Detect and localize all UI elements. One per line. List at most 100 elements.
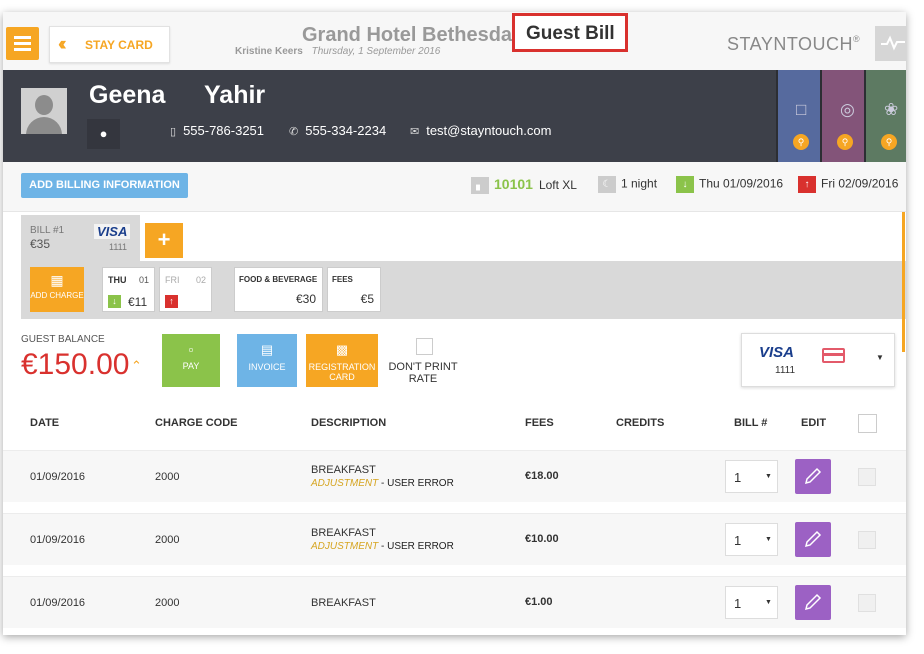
- row-bill-select[interactable]: 1 ▼: [725, 586, 778, 619]
- category-value: €5: [360, 292, 374, 306]
- row-description: BREAKFAST ADJUSTMENT - USER ERROR: [311, 527, 454, 552]
- bill-tab-amount: €35: [30, 237, 51, 251]
- stay-card-button[interactable]: ‹‹ STAY CARD: [49, 26, 170, 63]
- add-charge-label: ADD CHARGE: [30, 291, 84, 300]
- page-title: Guest Bill: [512, 13, 628, 52]
- col-fees: FEES: [525, 417, 554, 429]
- add-bill-button[interactable]: +: [145, 223, 183, 258]
- category-fees[interactable]: FEES €5: [327, 267, 381, 312]
- registration-card-button[interactable]: ▩ REGISTRATION CARD: [306, 334, 378, 387]
- edit-charge-button[interactable]: [795, 522, 831, 557]
- row-fee: €10.00: [525, 533, 559, 545]
- globe-icon: ◎: [840, 100, 855, 119]
- row-description-text: BREAKFAST: [311, 464, 376, 476]
- invoice-button[interactable]: ▤ INVOICE: [237, 334, 297, 387]
- room-info: ▖ 10101 Loft XL: [471, 176, 577, 195]
- email-icon: ✉: [410, 126, 420, 138]
- row-checkbox[interactable]: [858, 531, 876, 549]
- pencil-icon: [804, 467, 822, 485]
- day-card-thu[interactable]: THU 01 ↓ €11: [102, 267, 155, 312]
- bill-tab-card-number: 1111: [109, 242, 128, 252]
- moon-icon: ☾: [598, 176, 616, 193]
- bed-icon: ▖: [471, 177, 489, 195]
- nights-info: ☾ 1 night: [598, 176, 657, 193]
- scrollbar[interactable]: [902, 212, 905, 352]
- credit-card-icon: [822, 348, 845, 363]
- group-tab[interactable]: ❀ ⚲: [864, 70, 906, 162]
- row-date: 01/09/2016: [30, 471, 86, 483]
- double-chevron-left-icon: ‹‹: [58, 34, 66, 55]
- arrival-info: ↓ Thu 01/09/2016: [676, 176, 783, 193]
- category-food-beverage[interactable]: FOOD & BEVERAGE €30: [234, 267, 323, 312]
- col-charge-code: CHARGE CODE: [155, 417, 238, 429]
- guest-balance-amount: €150.00: [21, 348, 130, 381]
- row-adjustment: ADJUSTMENT: [311, 478, 379, 489]
- col-edit: EDIT: [801, 417, 827, 429]
- row-description: BREAKFAST ADJUSTMENT - USER ERROR: [311, 464, 454, 489]
- select-all-checkbox[interactable]: [858, 414, 877, 433]
- globe-tab[interactable]: ◎ ⚲: [820, 70, 866, 162]
- row-charge-code: 2000: [155, 471, 180, 483]
- hotel-icon: □: [796, 100, 807, 119]
- guest-alt-phone-text: 555-334-2234: [305, 123, 387, 138]
- logo-mark: ®: [853, 34, 861, 44]
- col-bill-no: BILL #: [734, 417, 768, 429]
- bill-tab-1[interactable]: BILL #1 €35 VISA 1111: [21, 215, 140, 261]
- day-amount: €11: [128, 295, 148, 309]
- add-billing-info-button[interactable]: ADD BILLING INFORMATION: [21, 173, 188, 198]
- search-icon: ⚲: [837, 134, 853, 150]
- day-number: 01: [138, 275, 149, 285]
- logo-text: STAYNTOUCH: [727, 34, 854, 54]
- location-pin-icon[interactable]: ●: [87, 119, 120, 149]
- row-bill-select[interactable]: 1 ▼: [725, 523, 778, 556]
- activity-button[interactable]: [875, 26, 906, 61]
- edit-charge-button[interactable]: [795, 585, 831, 620]
- dropdown-caret-icon: ▼: [876, 353, 884, 362]
- pay-button[interactable]: ▫ PAY: [162, 334, 220, 387]
- mobile-phone-icon: ▯: [170, 126, 177, 138]
- row-description-text: BREAKFAST: [311, 597, 376, 609]
- hotel-tab[interactable]: □ ⚲: [776, 70, 822, 162]
- row-bill-number: 1: [734, 470, 742, 485]
- stayntouch-logo: STAYNTOUCH®: [727, 34, 860, 55]
- row-checkbox[interactable]: [858, 594, 876, 612]
- category-title: FEES: [332, 275, 353, 284]
- arrival-date: Thu 01/09/2016: [699, 176, 784, 191]
- dont-print-rate-label: DON'T PRINT RATE: [388, 361, 458, 385]
- row-separator: -: [378, 478, 388, 489]
- top-bar: ‹‹ STAY CARD Grand Hotel Bethesda Guest …: [3, 12, 906, 70]
- nights-count: 1 night: [621, 176, 658, 191]
- phone-icon: ✆: [289, 126, 299, 138]
- row-bill-select[interactable]: 1 ▼: [725, 460, 778, 493]
- dropdown-caret-icon: ▼: [765, 599, 772, 606]
- row-fee: €18.00: [525, 470, 559, 482]
- guest-last-name: Yahir: [204, 81, 266, 109]
- add-charge-button[interactable]: ▦ ADD CHARGE: [30, 267, 84, 312]
- day-card-fri[interactable]: FRI 02 ↑: [159, 267, 212, 312]
- user-name: Kristine Keers: [235, 46, 303, 57]
- caret-up-icon[interactable]: ⌃: [131, 358, 142, 374]
- guest-phone: ▯ 555-786-3251: [170, 123, 264, 138]
- departure-date: Fri 02/09/2016: [821, 176, 899, 191]
- table-row: 01/09/2016 2000 BREAKFAST ADJUSTMENT - U…: [3, 450, 906, 502]
- payment-card-select[interactable]: VISA 1111 ▼: [741, 333, 895, 387]
- row-reason: USER ERROR: [387, 478, 454, 489]
- col-credits: CREDITS: [616, 417, 665, 429]
- avatar-icon: [21, 88, 67, 134]
- edit-charge-button[interactable]: [795, 459, 831, 494]
- menu-icon: [14, 42, 31, 45]
- row-bill-number: 1: [734, 533, 742, 548]
- user-and-date: Kristine Keers Thursday, 1 September 201…: [235, 46, 440, 57]
- departure-info: ↑ Fri 02/09/2016: [798, 176, 898, 193]
- guest-email-text: test@stayntouch.com: [426, 123, 552, 138]
- room-type: Loft XL: [538, 178, 577, 192]
- main-menu-button[interactable]: [6, 27, 39, 60]
- invoice-label: INVOICE: [248, 362, 286, 372]
- dont-print-rate-checkbox[interactable]: [416, 338, 433, 355]
- row-date: 01/09/2016: [30, 597, 86, 609]
- row-checkbox[interactable]: [858, 468, 876, 486]
- group-icon: ❀: [884, 100, 899, 119]
- guest-balance-label: GUEST BALANCE: [21, 334, 105, 345]
- calculator-icon: ▦: [50, 272, 64, 288]
- day-number: 02: [195, 275, 206, 285]
